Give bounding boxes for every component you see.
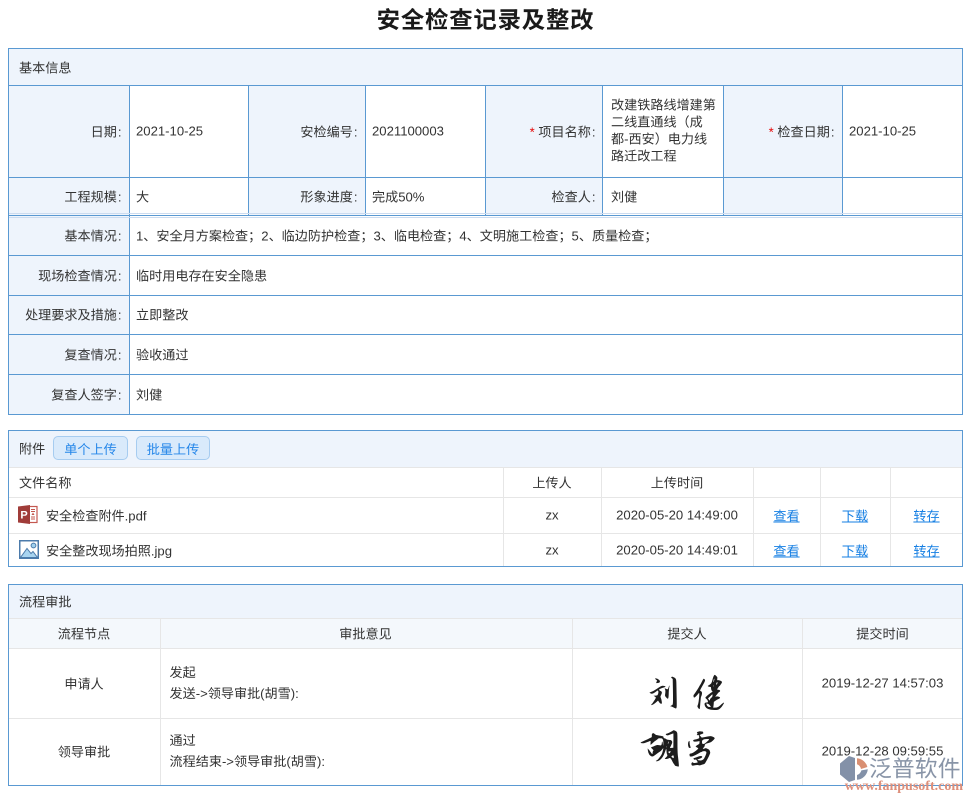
svg-text:P: P — [20, 510, 27, 522]
